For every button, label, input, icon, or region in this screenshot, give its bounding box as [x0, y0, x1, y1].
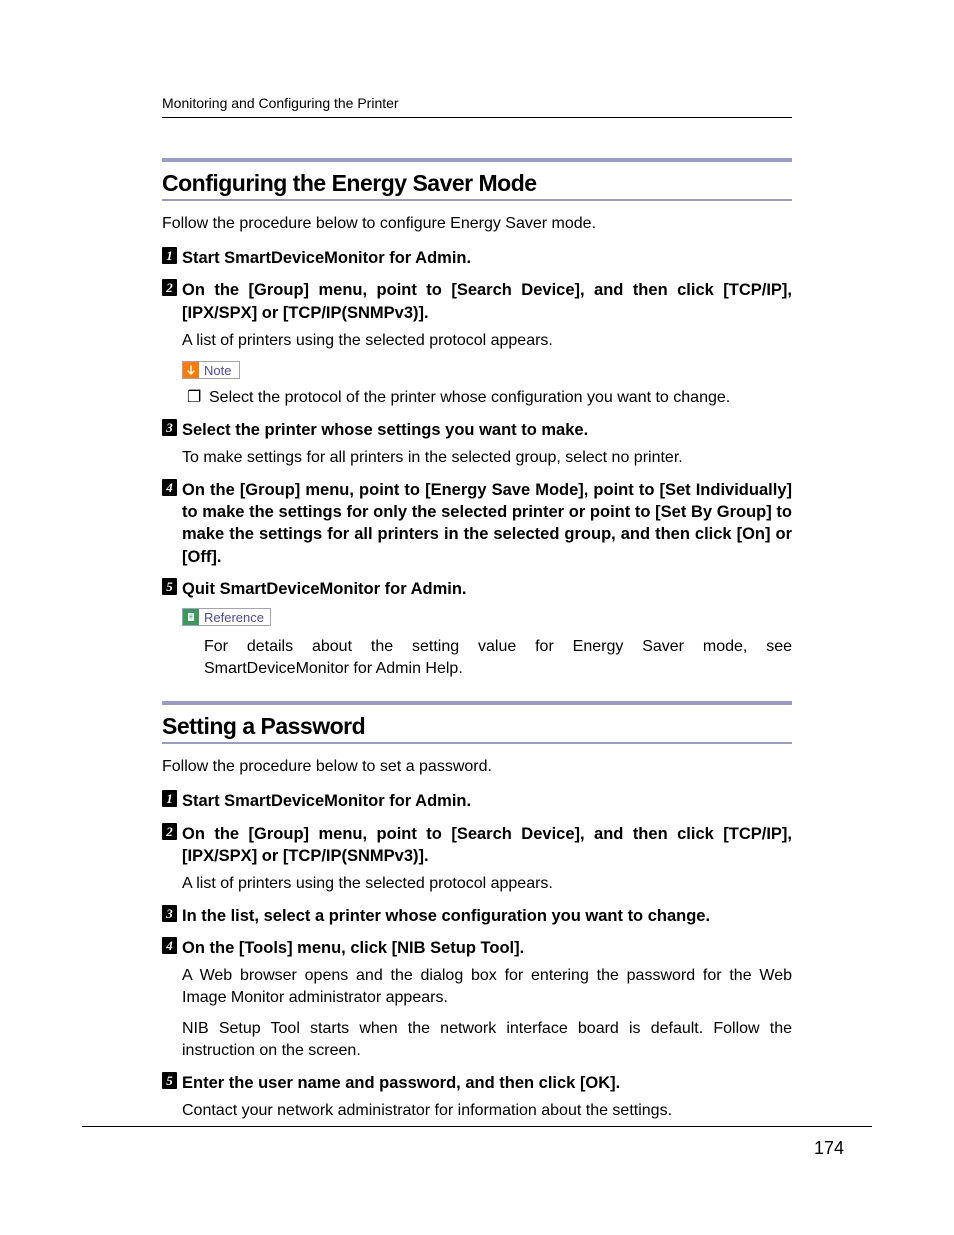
- section-intro: Follow the procedure below to configure …: [162, 215, 792, 233]
- section-intro: Follow the procedure below to set a pass…: [162, 758, 792, 776]
- step-title: On the [Group] menu, point to [Energy Sa…: [182, 479, 792, 568]
- step-body: To make settings for all printers in the…: [182, 447, 792, 469]
- step-2: 2 On the [Group] menu, point to [Search …: [162, 823, 792, 895]
- step-number-icon: 4: [162, 479, 177, 496]
- section-password: Setting a Password Follow the procedure …: [162, 701, 792, 1121]
- step-title: On the [Group] menu, point to [Search De…: [182, 823, 792, 868]
- step-5: 5 Quit SmartDeviceMonitor for Admin. Ref…: [162, 578, 792, 679]
- step-body: A Web browser opens and the dialog box f…: [182, 965, 792, 1008]
- step-body: A list of printers using the selected pr…: [182, 873, 792, 895]
- step-number-icon: 2: [162, 823, 177, 840]
- step-number-icon: 3: [162, 905, 177, 922]
- step-body: A list of printers using the selected pr…: [182, 330, 792, 352]
- section-rule-bottom: [162, 199, 792, 201]
- reference-label: Reference: [199, 610, 270, 625]
- step-number-icon: 1: [162, 247, 177, 264]
- svg-text:5: 5: [166, 579, 173, 594]
- page-number: 174: [814, 1138, 844, 1159]
- step-number-icon: 5: [162, 578, 177, 595]
- down-arrow-icon: [183, 362, 199, 378]
- step-title: Select the printer whose settings you wa…: [182, 419, 792, 441]
- step-title: On the [Tools] menu, click [NIB Setup To…: [182, 937, 792, 959]
- step-title: Quit SmartDeviceMonitor for Admin.: [182, 578, 792, 600]
- note-item: ❐ Select the protocol of the printer who…: [182, 387, 792, 409]
- step-1: 1 Start SmartDeviceMonitor for Admin.: [162, 790, 792, 812]
- step-number-icon: 4: [162, 937, 177, 954]
- section-energy-saver: Configuring the Energy Saver Mode Follow…: [162, 158, 792, 679]
- step-3: 3 In the list, select a printer whose co…: [162, 905, 792, 927]
- step-body: NIB Setup Tool starts when the network i…: [182, 1018, 792, 1061]
- svg-text:3: 3: [165, 906, 173, 921]
- note-badge: Note: [182, 361, 240, 379]
- page-header: Monitoring and Configuring the Printer: [162, 95, 399, 111]
- svg-text:2: 2: [165, 824, 173, 839]
- section-heading: Setting a Password: [162, 713, 792, 740]
- reference-text: For details about the setting value for …: [182, 636, 792, 679]
- step-5: 5 Enter the user name and password, and …: [162, 1072, 792, 1122]
- step-title: Start SmartDeviceMonitor for Admin.: [182, 790, 792, 812]
- step-4: 4 On the [Tools] menu, click [NIB Setup …: [162, 937, 792, 1062]
- svg-text:1: 1: [166, 791, 173, 806]
- step-title: On the [Group] menu, point to [Search De…: [182, 279, 792, 324]
- svg-text:4: 4: [165, 938, 173, 953]
- section-rule-top: [162, 158, 792, 162]
- footer-rule: [82, 1126, 872, 1127]
- note-label: Note: [199, 363, 239, 378]
- step-number-icon: 5: [162, 1072, 177, 1089]
- svg-text:1: 1: [166, 248, 173, 263]
- step-number-icon: 2: [162, 279, 177, 296]
- step-title: In the list, select a printer whose conf…: [182, 905, 792, 927]
- step-3: 3 Select the printer whose settings you …: [162, 419, 792, 469]
- step-number-icon: 3: [162, 419, 177, 436]
- reference-badge: Reference: [182, 608, 271, 626]
- section-rule-top: [162, 701, 792, 705]
- step-title: Start SmartDeviceMonitor for Admin.: [182, 247, 792, 269]
- step-1: 1 Start SmartDeviceMonitor for Admin.: [162, 247, 792, 269]
- step-2: 2 On the [Group] menu, point to [Search …: [162, 279, 792, 409]
- svg-text:3: 3: [165, 420, 173, 435]
- section-rule-bottom: [162, 742, 792, 744]
- step-title: Enter the user name and password, and th…: [182, 1072, 792, 1094]
- svg-text:2: 2: [165, 280, 173, 295]
- bullet-icon: ❐: [187, 387, 209, 409]
- step-4: 4 On the [Group] menu, point to [Energy …: [162, 479, 792, 568]
- svg-text:4: 4: [165, 480, 173, 495]
- note-text: Select the protocol of the printer whose…: [209, 387, 792, 409]
- section-heading: Configuring the Energy Saver Mode: [162, 170, 792, 197]
- reference-icon: [183, 609, 199, 625]
- svg-text:5: 5: [166, 1073, 173, 1088]
- step-number-icon: 1: [162, 790, 177, 807]
- step-body: Contact your network administrator for i…: [182, 1100, 792, 1122]
